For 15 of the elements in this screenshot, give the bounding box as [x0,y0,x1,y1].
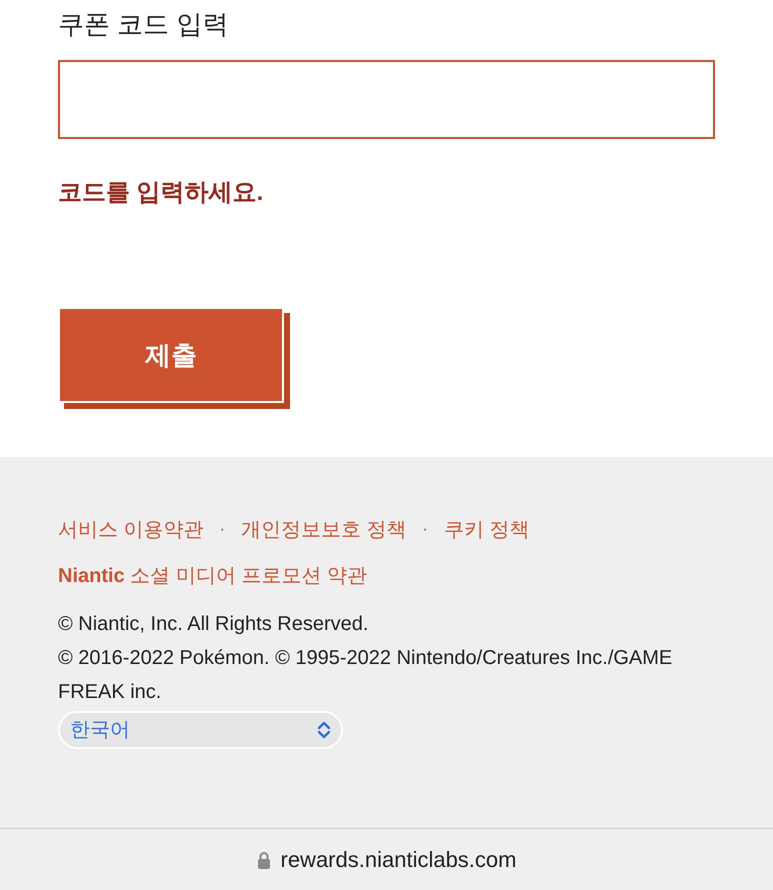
separator-dot: · [220,520,225,540]
language-select[interactable]: 한국어 [58,711,343,749]
error-message: 코드를 입력하세요. [58,178,264,208]
url-text: rewards.nianticlabs.com [280,846,516,874]
footer-link[interactable]: 서비스 이용약관 [58,515,204,545]
chevron-updown-icon [317,721,331,739]
promotion-terms-link[interactable]: Niantic 소셜 미디어 프로모션 약관 [58,565,367,587]
separator-dot: · [422,520,428,540]
coupon-code-field[interactable] [58,60,715,139]
footer-link[interactable]: 개인정보보호 정책 [240,515,406,545]
footer-link[interactable]: 쿠키 정책 [444,515,530,545]
copyright-text: © Niantic, Inc. All Rights Reserved. [58,612,370,637]
lock-icon [256,850,270,868]
field-label: 쿠폰 코드 입력 [58,8,230,41]
copyright-text: © 2016-2022 Pokémon. © 1995-2022 Nintendo/Creatures Inc./GAME FREAK inc. [58,646,674,705]
